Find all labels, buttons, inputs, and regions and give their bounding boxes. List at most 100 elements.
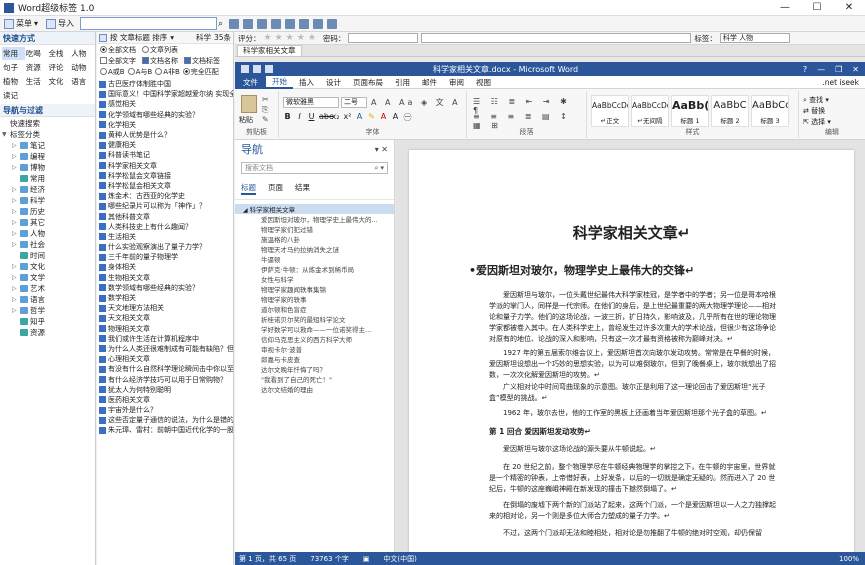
nav-tab-pages[interactable]: 页面 <box>268 182 283 195</box>
list-item[interactable]: 这些否定量子通信的说法，为什么是错的？ <box>97 415 233 425</box>
star-icon[interactable]: ★ <box>275 33 283 43</box>
ribbon-tab[interactable]: 开始 <box>266 76 293 89</box>
expand-icon[interactable]: ▷ <box>12 241 18 248</box>
quick-item[interactable]: 句子 <box>2 61 25 74</box>
radio-a-not-b[interactable]: A非B <box>155 67 180 77</box>
maximize-button[interactable]: ☐ <box>801 2 833 13</box>
paste-icon[interactable] <box>241 95 257 113</box>
subscript-button[interactable]: x₂ <box>331 112 340 123</box>
cut-copy-icons[interactable]: ✂ ⎘ ✎ <box>262 95 269 125</box>
enclose-char-icon[interactable]: ㊀ <box>403 112 412 123</box>
expand-icon[interactable]: ▼ <box>2 131 8 138</box>
word-save-icon[interactable] <box>241 65 249 73</box>
tree-node[interactable]: 时间 <box>2 250 93 261</box>
nav-heading-item[interactable]: 牛逼顿 <box>235 254 394 264</box>
save-icon[interactable] <box>243 18 254 29</box>
tree-node[interactable]: ▼ 标签分类 <box>2 129 93 140</box>
quick-item[interactable]: 动物 <box>70 61 93 74</box>
list-item[interactable]: 国际意义！中国科学家超越爱尔纳 实现全数 <box>97 89 233 99</box>
radio-exact-match[interactable]: 完全匹配 <box>182 67 219 77</box>
expand-icon[interactable]: ▷ <box>12 285 18 292</box>
list-item[interactable]: 科学松鼠会相关文章 <box>97 181 233 191</box>
tree-node[interactable]: ▷ 历史 <box>2 206 93 217</box>
sort-dropdown[interactable]: 按 文章标题 排序 <box>110 32 167 43</box>
tree-node[interactable]: 知乎 <box>2 316 93 327</box>
ribbon-tab[interactable]: 页面布局 <box>347 77 389 88</box>
expand-icon[interactable]: ▷ <box>12 263 18 270</box>
expand-icon[interactable]: ▷ <box>12 296 18 303</box>
tree-node[interactable]: ▷ 哲学 <box>2 305 93 316</box>
file-tab[interactable]: 科学家相关文章 <box>237 45 302 56</box>
word-count[interactable]: 73763 个字 <box>310 554 349 564</box>
tree-node[interactable]: ▷ 文学 <box>2 272 93 283</box>
nav-heading-item[interactable]: 达尔文晚年忏悔了吗？ <box>235 364 394 374</box>
style-option[interactable]: AaBb(标题 1 <box>671 95 709 127</box>
tree-node[interactable]: 常用 <box>2 173 93 184</box>
help-icon[interactable]: ? <box>803 65 807 74</box>
quick-item[interactable]: 评论 <box>48 61 71 74</box>
tree-node[interactable]: ▷ 社会 <box>2 239 93 250</box>
list-item[interactable]: 健康相关 <box>97 140 233 150</box>
nav-heading-item[interactable]: 信仰马克思主义的西方科学大师 <box>235 334 394 344</box>
nav-tab-results[interactable]: 结果 <box>295 182 310 195</box>
list-item[interactable]: 为什么人类还很难制成有可能有缺陷？但 <box>97 344 233 354</box>
open-icon[interactable] <box>229 18 240 29</box>
quick-item[interactable]: 植物 <box>2 75 25 88</box>
settings-icon[interactable] <box>327 18 338 29</box>
quick-item[interactable]: 人物 <box>70 47 93 60</box>
tree-node[interactable]: 快速搜索 <box>2 118 93 129</box>
bold-button[interactable]: B <box>283 112 292 123</box>
copy-icon[interactable] <box>257 18 268 29</box>
superscript-button[interactable]: x² <box>343 112 352 123</box>
ribbon-tab[interactable]: 设计 <box>320 77 347 88</box>
search-icon[interactable]: ⌕ <box>218 19 223 29</box>
list-item[interactable]: 什么实验观察演出了量子力学？ <box>97 242 233 252</box>
list-item[interactable]: 数学领域有哪些经典的实验？ <box>97 283 233 293</box>
list-item[interactable]: 心理相关文章 <box>97 354 233 364</box>
note-icon[interactable] <box>313 18 324 29</box>
expand-icon[interactable]: ▷ <box>12 219 18 226</box>
nav-heading-item[interactable]: 施温格的八卦 <box>235 234 394 244</box>
list-item[interactable]: 哪些纪录片可以称为「神作」？ <box>97 201 233 211</box>
radio-a-and-b[interactable]: A与B <box>127 67 152 77</box>
find-button[interactable]: ⌕ 查找 ▾ <box>803 95 831 106</box>
nav-heading-item[interactable]: 物理学家的轶事 <box>235 294 394 304</box>
note-field[interactable] <box>421 33 692 43</box>
star-icon[interactable]: ★ <box>264 33 272 43</box>
nav-heading-item[interactable]: 达尔文结婚的理由 <box>235 384 394 394</box>
close-button[interactable]: ✕ <box>833 2 865 13</box>
word-minimize-button[interactable]: — <box>817 65 825 74</box>
list-item[interactable]: 有什么经济学技巧可以用于日常购物？ <box>97 374 233 384</box>
list-item[interactable]: 有没有什么自然科学理论瞬间击中你以至于 <box>97 364 233 374</box>
nav-heading-item[interactable]: ◢ 科学家相关文章 <box>235 204 394 214</box>
ribbon-tab[interactable]: 审阅 <box>443 77 470 88</box>
list-item[interactable]: 天文相关文章 <box>97 313 233 323</box>
nav-heading-item[interactable]: 伊萨克·牛顿：从炼金术到稀币局 <box>235 264 394 274</box>
check-doc-name[interactable]: 文档名称 <box>142 56 178 66</box>
import-button[interactable]: 导入 <box>42 18 78 29</box>
list-item[interactable]: 科学家相关文章 <box>97 161 233 171</box>
nav-heading-item[interactable]: 爱因斯坦对玻尔，物理学史上最伟大的... <box>235 214 394 224</box>
list-item[interactable]: 身体相关 <box>97 262 233 272</box>
style-option[interactable]: AaBbCcDd ↵正文 <box>591 95 629 127</box>
redo-icon[interactable] <box>265 65 273 73</box>
font-name-select[interactable]: 微软雅黑 <box>283 97 339 108</box>
list-item[interactable]: 医药相关文章 <box>97 395 233 405</box>
nav-search-input[interactable]: 搜索文档 ⌕ ▾ <box>241 162 388 174</box>
nav-tab-headings[interactable]: 标题 <box>241 182 256 195</box>
quick-item[interactable]: 吃喝 <box>25 47 48 60</box>
chevron-down-icon[interactable]: ▾ <box>170 33 174 42</box>
quick-item[interactable]: 文化 <box>48 75 71 88</box>
star-icon[interactable]: ★ <box>297 33 305 43</box>
document-page[interactable]: 科学家相关文章↵ •爱因斯坦对玻尔，物理学史上最伟大的交锋↵ 爱因斯坦与玻尔，一… <box>409 150 854 552</box>
nav-heading-item[interactable]: 物理天才马约拉纳消失之谜 <box>235 244 394 254</box>
list-item[interactable]: 科普读书笔记 <box>97 150 233 160</box>
expand-icon[interactable]: ▷ <box>12 230 18 237</box>
highlight-icon[interactable]: ✎ <box>367 112 376 123</box>
nav-heading-item[interactable]: 物理学家们犯过错 <box>235 224 394 234</box>
list-item[interactable]: 数学相关 <box>97 293 233 303</box>
ribbon-tab[interactable]: 插入 <box>293 77 320 88</box>
check-all-text[interactable]: 全部文字 <box>100 56 136 66</box>
expand-icon[interactable]: ▷ <box>12 208 18 215</box>
list-item[interactable]: 我们或许生活在计算机程序中 <box>97 334 233 344</box>
